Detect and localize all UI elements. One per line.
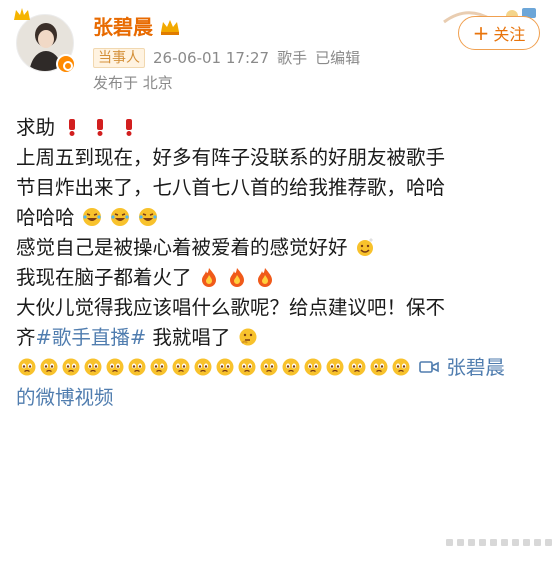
content-line: 感觉自己是被操心着被爱着的感觉好好 xyxy=(16,233,541,263)
content-line: 齐#歌手直播# 我就唱了 xyxy=(16,323,541,353)
crown-icon xyxy=(12,6,32,26)
content-line: 节目炸出来了，七八首七八首的给我推荐歌，哈哈 xyxy=(16,173,541,203)
avatar[interactable] xyxy=(14,8,76,74)
red-exclamation-icon xyxy=(89,116,117,139)
content-line: 张碧晨 xyxy=(16,353,541,383)
username-row: 张碧晨 xyxy=(93,14,181,40)
pleading-emoji-icon xyxy=(390,356,412,379)
content-line: 上周五到现在，好多有阵子没联系的好朋友被歌手 xyxy=(16,143,541,173)
verified-badge-icon xyxy=(56,54,76,74)
pleading-emoji-icon xyxy=(192,356,214,379)
content-line: 求助 xyxy=(16,113,541,143)
content-text: 我就唱了 xyxy=(152,326,231,349)
card-footer-decoration xyxy=(446,539,554,546)
content-line: 大伙儿觉得我应该唱什么歌呢？给点建议吧！保不 xyxy=(16,293,541,323)
pleading-emoji-icon xyxy=(236,356,258,379)
content-text: 大伙儿觉得我应该唱什么歌呢？给点建议吧！保不 xyxy=(16,296,446,319)
content-line: 我现在脑子都着火了 xyxy=(16,263,541,293)
edited-label[interactable]: 已编辑 xyxy=(315,48,360,68)
red-exclamation-icon xyxy=(118,116,140,139)
content-text: 齐 xyxy=(16,326,36,349)
content-line: 哈哈哈 xyxy=(16,203,541,233)
vip-crown-icon[interactable] xyxy=(159,18,181,36)
content-line: 的微博视频 xyxy=(16,383,541,413)
laughing-crying-icon xyxy=(81,206,103,229)
thinking-emoji-icon xyxy=(237,326,259,349)
pleading-emoji-icon xyxy=(324,356,346,379)
follow-label: 关注 xyxy=(493,25,526,44)
pleading-emoji-icon xyxy=(214,356,236,379)
video-link[interactable]: 张碧晨 xyxy=(446,356,505,379)
pleading-emoji-icon xyxy=(258,356,280,379)
pleading-emoji-icon xyxy=(302,356,324,379)
pleading-emoji-icon xyxy=(148,356,170,379)
love-emoji-icon xyxy=(354,236,376,259)
pleading-emoji-icon xyxy=(60,356,82,379)
location: 发布于 北京 xyxy=(93,74,173,92)
pleading-emoji-icon xyxy=(82,356,104,379)
meta-row: 当事人 26-06-01 17:27 歌手 已编辑 xyxy=(93,48,360,68)
fire-icon xyxy=(254,266,276,289)
timestamp: 26-06-01 17:27 xyxy=(153,49,270,67)
author-role: 歌手 xyxy=(277,49,308,67)
pleading-emoji-icon xyxy=(126,356,148,379)
post-content: 求助 上周五到现在，好多有阵子没联系的好朋友被歌手 节目炸出来了，七八首七八首的… xyxy=(16,113,541,413)
username[interactable]: 张碧晨 xyxy=(93,14,153,40)
video-icon[interactable] xyxy=(418,356,446,379)
fire-icon xyxy=(198,266,220,289)
post-header: 张碧晨 当事人 26-06-01 17:27 歌手 已编辑 发布于 北京 + 关… xyxy=(0,0,554,100)
content-text: 感觉自己是被操心着被爱着的感觉好好 xyxy=(16,236,348,259)
fire-icon xyxy=(226,266,248,289)
pleading-emoji-icon xyxy=(280,356,302,379)
content-text: 我现在脑子都着火了 xyxy=(16,266,192,289)
content-text: 上周五到现在，好多有阵子没联系的好朋友被歌手 xyxy=(16,146,446,169)
content-text: 求助 xyxy=(16,116,56,139)
laughing-crying-icon xyxy=(109,206,131,229)
pleading-emoji-icon xyxy=(346,356,368,379)
pleading-emoji-icon xyxy=(368,356,390,379)
plus-icon: + xyxy=(472,21,490,45)
content-text: 节目炸出来了，七八首七八首的给我推荐歌，哈哈 xyxy=(16,176,446,199)
status-badge: 当事人 xyxy=(93,48,145,68)
content-text: 哈哈哈 xyxy=(16,206,75,229)
red-exclamation-icon xyxy=(61,116,89,139)
laughing-crying-icon xyxy=(137,206,159,229)
pleading-emoji-icon xyxy=(38,356,60,379)
hashtag-link[interactable]: #歌手直播# xyxy=(36,326,147,349)
follow-button[interactable]: + 关注 xyxy=(458,16,540,50)
pleading-emoji-icon xyxy=(104,356,126,379)
pleading-emoji-icon xyxy=(16,356,38,379)
video-link[interactable]: 的微博视频 xyxy=(16,386,114,409)
pleading-emoji-row xyxy=(16,356,412,379)
pleading-emoji-icon xyxy=(170,356,192,379)
